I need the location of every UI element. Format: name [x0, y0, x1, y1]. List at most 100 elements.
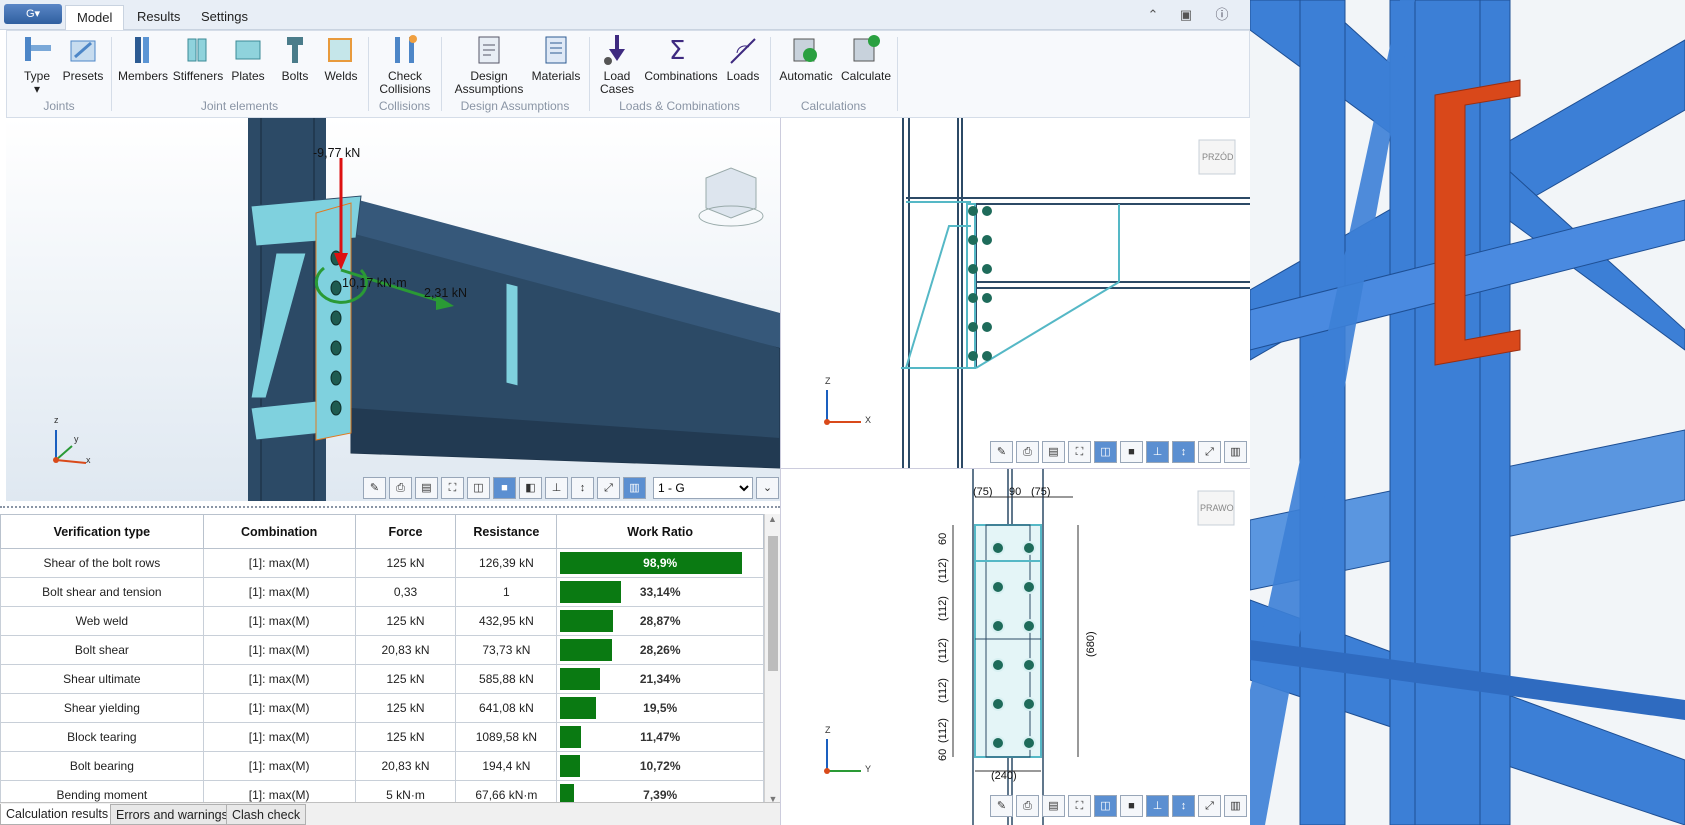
- package-icon[interactable]: ▣: [1176, 5, 1196, 25]
- combinations-button[interactable]: Σ Combinations: [643, 33, 719, 83]
- scrollbar-thumb[interactable]: [768, 536, 778, 671]
- tab-settings[interactable]: Settings: [190, 5, 259, 30]
- calculate-button[interactable]: Calculate: [840, 33, 892, 83]
- type-button[interactable]: Type ▾: [19, 33, 55, 96]
- members-button[interactable]: Members: [118, 33, 168, 83]
- dropdown-arrow-icon: ▾: [33, 82, 41, 96]
- fit-view-icon[interactable]: ⛶: [1068, 795, 1091, 817]
- table-row[interactable]: Web weld [1]: max(M) 125 kN 432,95 kN 28,87%: [0, 606, 764, 636]
- table-row[interactable]: Shear ultimate [1]: max(M) 125 kN 585,88 kN…: [0, 664, 764, 694]
- group-label-calculations: Calculations: [800, 99, 867, 113]
- dimension-label: (75): [1031, 486, 1051, 498]
- solid-view-icon[interactable]: ■: [1120, 441, 1143, 463]
- table-row[interactable]: Shear yielding [1]: max(M) 125 kN 641,08 kN…: [0, 693, 764, 723]
- application-menu-button[interactable]: G▾: [4, 4, 62, 24]
- load-combination-select[interactable]: 1 - G: [653, 477, 753, 499]
- axes-icon[interactable]: ⊥: [545, 477, 568, 499]
- stiffeners-button[interactable]: Stiffeners: [172, 33, 224, 83]
- 3d-joint-view[interactable]: -9,77 kN 10,17 kN·m 2,31 kN z x y ✎ ⎙ ▤ ⛶ ◫ ■…: [6, 118, 780, 501]
- table-cell-work-ratio: 28,26%: [556, 635, 764, 665]
- column-header-force[interactable]: Force: [354, 514, 457, 549]
- axis-x-label: x: [86, 455, 91, 465]
- loads-button[interactable]: Loads: [723, 33, 763, 83]
- fit-view-icon[interactable]: ⛶: [1068, 441, 1091, 463]
- combinations-icon: Σ: [669, 36, 685, 66]
- tab-model[interactable]: Model: [65, 5, 125, 30]
- info-icon[interactable]: ⓘ: [1212, 5, 1232, 25]
- table-cell-force: 125 kN: [354, 722, 457, 752]
- column-header-resistance[interactable]: Resistance: [455, 514, 558, 549]
- design-assumptions-button[interactable]: Design Assumptions: [453, 33, 525, 96]
- loads-icon: [730, 38, 756, 64]
- dimensions-icon[interactable]: ↕: [571, 477, 594, 499]
- save-icon[interactable]: ▤: [1042, 441, 1065, 463]
- axes-icon[interactable]: ⊥: [1146, 441, 1169, 463]
- table-cell-combination: [1]: max(M): [202, 606, 356, 636]
- table-cell-force: 125 kN: [354, 548, 457, 578]
- transparent-view-icon[interactable]: ◧: [519, 477, 542, 499]
- collapse-ribbon-icon[interactable]: ⌃: [1143, 5, 1163, 25]
- tab-results[interactable]: Results: [126, 5, 191, 30]
- tab-errors-and-warnings[interactable]: Errors and warnings: [110, 804, 234, 825]
- save-icon[interactable]: ▤: [415, 477, 438, 499]
- zoom-icon[interactable]: ⤢: [1198, 795, 1221, 817]
- front-2d-view[interactable]: PRZÓD Z X ✎ ⎙ ▤ ⛶ ◫ ■ ⊥ ↕ ⤢ ▥: [780, 118, 1250, 468]
- plates-button[interactable]: Plates: [228, 33, 268, 83]
- table-row[interactable]: Shear of the bolt rows [1]: max(M) 125 kN 1…: [0, 548, 764, 578]
- table-row[interactable]: Bolt shear [1]: max(M) 20,83 kN 73,73 kN 28,…: [0, 635, 764, 665]
- side-2d-view[interactable]: (75) 90 (75) (240) (680) 60 (112) (112) …: [780, 468, 1250, 825]
- scroll-up-icon[interactable]: ▲: [765, 514, 780, 524]
- view-cube-label[interactable]: PRAWO: [1200, 503, 1234, 513]
- table-cell-work-ratio: 98,9%: [556, 548, 764, 578]
- table-row[interactable]: Bolt shear and tension [1]: max(M) 0,33 1 33…: [0, 577, 764, 607]
- chevron-double-down-icon[interactable]: ⌄: [756, 477, 779, 499]
- solid-view-icon[interactable]: ■: [493, 477, 516, 499]
- print-icon[interactable]: ⎙: [389, 477, 412, 499]
- table-cell-type: Bolt bearing: [0, 751, 204, 781]
- tab-calculation-results[interactable]: Calculation results: [0, 804, 115, 825]
- check-collisions-button[interactable]: Check Collisions: [375, 33, 435, 96]
- column-header-verification-type[interactable]: Verification type: [0, 514, 204, 549]
- automatic-button[interactable]: Automatic: [777, 33, 835, 83]
- view-cube-label[interactable]: PRZÓD: [1202, 152, 1234, 162]
- dimensions-icon[interactable]: ↕: [1172, 441, 1195, 463]
- measure-icon[interactable]: ✎: [990, 441, 1013, 463]
- table-row[interactable]: Block tearing [1]: max(M) 125 kN 1089,58 kN…: [0, 722, 764, 752]
- print-icon[interactable]: ⎙: [1016, 795, 1039, 817]
- load-cases-button[interactable]: Load Cases: [597, 33, 637, 96]
- solid-view-icon[interactable]: ■: [1120, 795, 1143, 817]
- table-cell-work-ratio: 28,87%: [556, 606, 764, 636]
- wireframe-icon[interactable]: ◫: [1094, 441, 1117, 463]
- group-label-loads-combinations: Loads & Combinations: [619, 99, 740, 113]
- structure-model-view[interactable]: [1250, 0, 1685, 825]
- save-icon[interactable]: ▤: [1042, 795, 1065, 817]
- grid-icon[interactable]: ▥: [1224, 441, 1247, 463]
- bolts-button[interactable]: Bolts: [277, 33, 313, 83]
- grid-icon[interactable]: ▥: [623, 477, 646, 499]
- print-icon[interactable]: ⎙: [1016, 441, 1039, 463]
- wireframe-icon[interactable]: ◫: [1094, 795, 1117, 817]
- column-header-work-ratio[interactable]: Work Ratio: [556, 514, 764, 549]
- column-header-combination[interactable]: Combination: [202, 514, 356, 549]
- table-cell-combination: [1]: max(M): [202, 577, 356, 607]
- results-table: Verification type Combination Force Resi…: [0, 514, 764, 810]
- axis-y-label: y: [74, 434, 79, 444]
- measure-icon[interactable]: ✎: [363, 477, 386, 499]
- materials-button[interactable]: Materials: [529, 33, 583, 83]
- fit-view-icon[interactable]: ⛶: [441, 477, 464, 499]
- presets-button[interactable]: Presets: [62, 33, 104, 83]
- dimensions-icon[interactable]: ↕: [1172, 795, 1195, 817]
- materials-icon: [545, 36, 567, 64]
- measure-icon[interactable]: ✎: [990, 795, 1013, 817]
- wireframe-icon[interactable]: ◫: [467, 477, 490, 499]
- zoom-icon[interactable]: ⤢: [1198, 441, 1221, 463]
- calculate-icon: [853, 35, 880, 62]
- expand-toolbar: ⌄: [756, 477, 779, 499]
- axes-icon[interactable]: ⊥: [1146, 795, 1169, 817]
- table-scrollbar[interactable]: ▲ ▼: [764, 514, 780, 804]
- table-row[interactable]: Bolt bearing [1]: max(M) 20,83 kN 194,4 kN 1…: [0, 751, 764, 781]
- zoom-icon[interactable]: ⤢: [597, 477, 620, 499]
- welds-button[interactable]: Welds: [321, 33, 361, 83]
- tab-clash-check[interactable]: Clash check: [226, 804, 307, 825]
- grid-icon[interactable]: ▥: [1224, 795, 1247, 817]
